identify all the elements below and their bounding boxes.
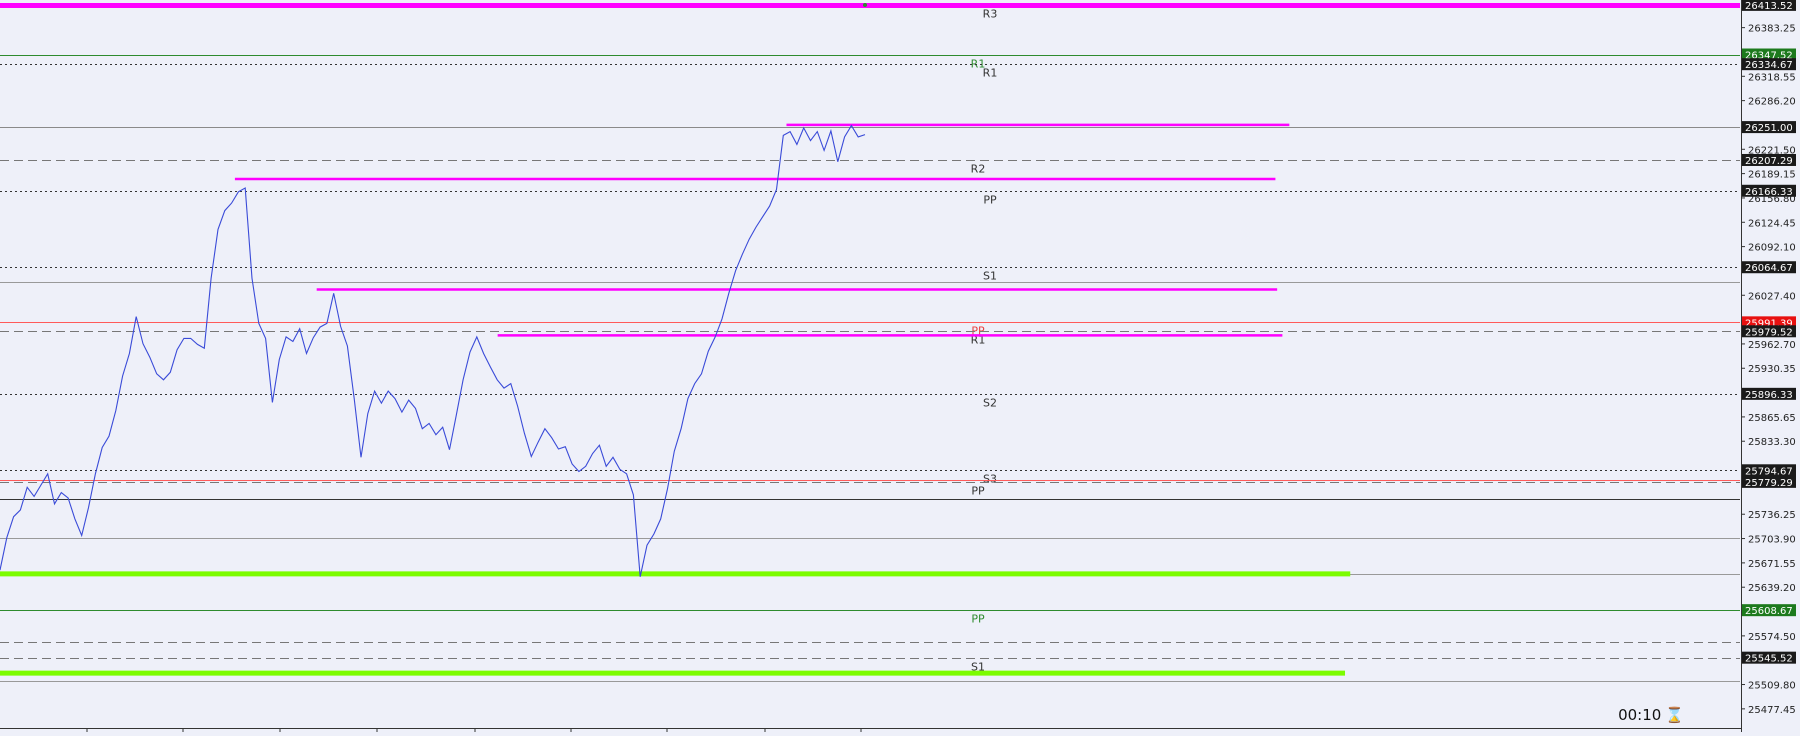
price-tick-label: 25509.80 (1748, 681, 1796, 692)
chart-canvas: R3R1R1R2PPS1PPR1S2S3PPPPS126383.2526318.… (0, 0, 1800, 732)
candle-timer: 00:10 ⌛ (1618, 706, 1684, 724)
price-tag-label: 25896.33 (1745, 390, 1793, 401)
price-tick-label: 26286.20 (1748, 97, 1796, 108)
level-label: PP (971, 485, 985, 498)
timer-text: 00:10 (1618, 706, 1662, 724)
plot-background (0, 0, 1800, 732)
price-tag-label: 25779.29 (1745, 478, 1793, 489)
price-tick-label: 26092.10 (1748, 243, 1796, 254)
price-tag-label: 26413.52 (1745, 1, 1793, 12)
hourglass-icon: ⌛ (1665, 706, 1684, 724)
level-label: S2 (983, 397, 997, 410)
price-tag-label: 26064.67 (1745, 263, 1793, 274)
price-tag-label: 26334.67 (1745, 60, 1793, 71)
price-tick-label: 26189.15 (1748, 170, 1796, 181)
level-label: PP (971, 613, 985, 626)
price-tick-label: 25865.65 (1748, 413, 1796, 424)
level-label: R1 (983, 67, 998, 80)
price-tick-label: 26027.40 (1748, 291, 1796, 302)
price-tag-label: 26251.00 (1745, 123, 1793, 134)
top-marker (863, 3, 867, 7)
price-tick-label: 25703.90 (1748, 535, 1796, 546)
price-tag-label: 26166.33 (1745, 187, 1793, 198)
price-tick-label: 26318.55 (1748, 72, 1796, 83)
price-tick-label: 25671.55 (1748, 559, 1796, 570)
price-tick-label: 25574.50 (1748, 632, 1796, 643)
price-tag-label: 25979.52 (1745, 327, 1793, 338)
price-tick-label: 25477.45 (1748, 705, 1796, 716)
level-label: S3 (983, 473, 997, 486)
level-label: PP (983, 194, 997, 207)
price-tick-label: 25639.20 (1748, 583, 1796, 594)
price-tag-label: 25608.67 (1745, 606, 1793, 617)
level-label: S1 (983, 270, 997, 283)
price-tick-label: 25930.35 (1748, 364, 1796, 375)
level-label: R3 (983, 8, 998, 21)
level-label: R2 (971, 163, 986, 176)
price-tag-label: 25545.52 (1745, 654, 1793, 665)
price-chart: R3 R1 R1 R2 PP S1 PP R1 S2 S3 PP PP S1 26383.25 26318.… (0, 0, 1800, 732)
price-tick-label: 25833.30 (1748, 437, 1796, 448)
price-tick-label: 26124.45 (1748, 218, 1796, 229)
price-tag-label: 25794.67 (1745, 466, 1793, 477)
price-tick-label: 26383.25 (1748, 24, 1796, 35)
price-tick-label: 25962.70 (1748, 340, 1796, 351)
price-tag-label: 26207.29 (1745, 156, 1793, 167)
price-tick-label: 25736.25 (1748, 510, 1796, 521)
